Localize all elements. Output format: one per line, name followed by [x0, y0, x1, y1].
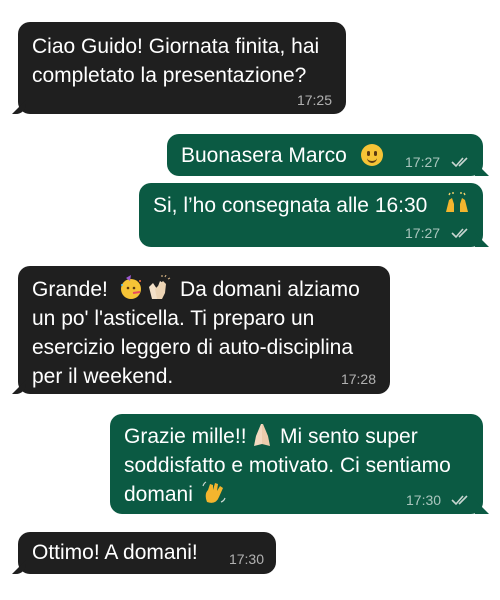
message-text-line: Ottimo! A domani!	[32, 541, 198, 564]
message-text-line: un po' l'asticella. Ti preparo un	[32, 307, 315, 330]
message-text-line: Grazie mille!!	[124, 425, 247, 448]
message-bubble-outgoing[interactable]: Grazie mille!! Mi sento super soddisfatt…	[110, 414, 483, 514]
message-timestamp: 17:28	[340, 371, 376, 387]
clapping-hands-icon	[149, 275, 171, 299]
message-timestamp: 17:30	[228, 551, 264, 567]
waving-hand-icon	[202, 481, 226, 503]
message-text-line: Ciao Guido! Giornata finita, hai	[32, 35, 320, 58]
message-bubble-incoming[interactable]: Grande! Da domani alziamo un po' l'astic…	[18, 266, 390, 394]
partying-face-icon	[121, 275, 141, 299]
message-text-line: Mi sento super	[280, 425, 418, 448]
message-text-line: Si, l’ho consegnata alle 16:30	[153, 194, 428, 217]
message-bubble-outgoing[interactable]: Buonasera Marco 17:27	[167, 134, 483, 176]
message-timestamp: 17:25	[296, 92, 332, 108]
message-timestamp: 17:30	[406, 492, 442, 508]
message-text-line: Da domani alziamo	[180, 278, 360, 301]
folded-hands-icon	[254, 424, 270, 446]
message-bubble-outgoing[interactable]: Si, l’ho consegnata alle 16:30 17:27	[139, 183, 483, 247]
slightly-smiling-face-icon	[361, 144, 383, 166]
raising-hands-icon	[446, 192, 468, 212]
message-text-line: completato la presentazione?	[32, 64, 307, 87]
message-text-line: Grande!	[32, 278, 108, 301]
read-receipt-icon	[451, 495, 468, 506]
message-timestamp: 17:27	[405, 225, 441, 241]
read-receipt-icon	[451, 228, 468, 239]
message-text-line: Buonasera Marco	[181, 144, 347, 167]
message-text-line: esercizio leggero di auto-disciplina	[32, 336, 354, 359]
message-bubble-incoming[interactable]: Ottimo! A domani! 17:30	[18, 532, 276, 574]
message-text-line: per il weekend.	[32, 365, 174, 388]
message-bubble-incoming[interactable]: Ciao Guido! Giornata finita, hai complet…	[18, 22, 346, 114]
message-text-line: soddisfatto e motivato. Ci sentiamo	[124, 454, 451, 477]
message-timestamp: 17:27	[405, 154, 441, 170]
read-receipt-icon	[451, 157, 468, 168]
message-text-line: domani	[124, 483, 193, 506]
